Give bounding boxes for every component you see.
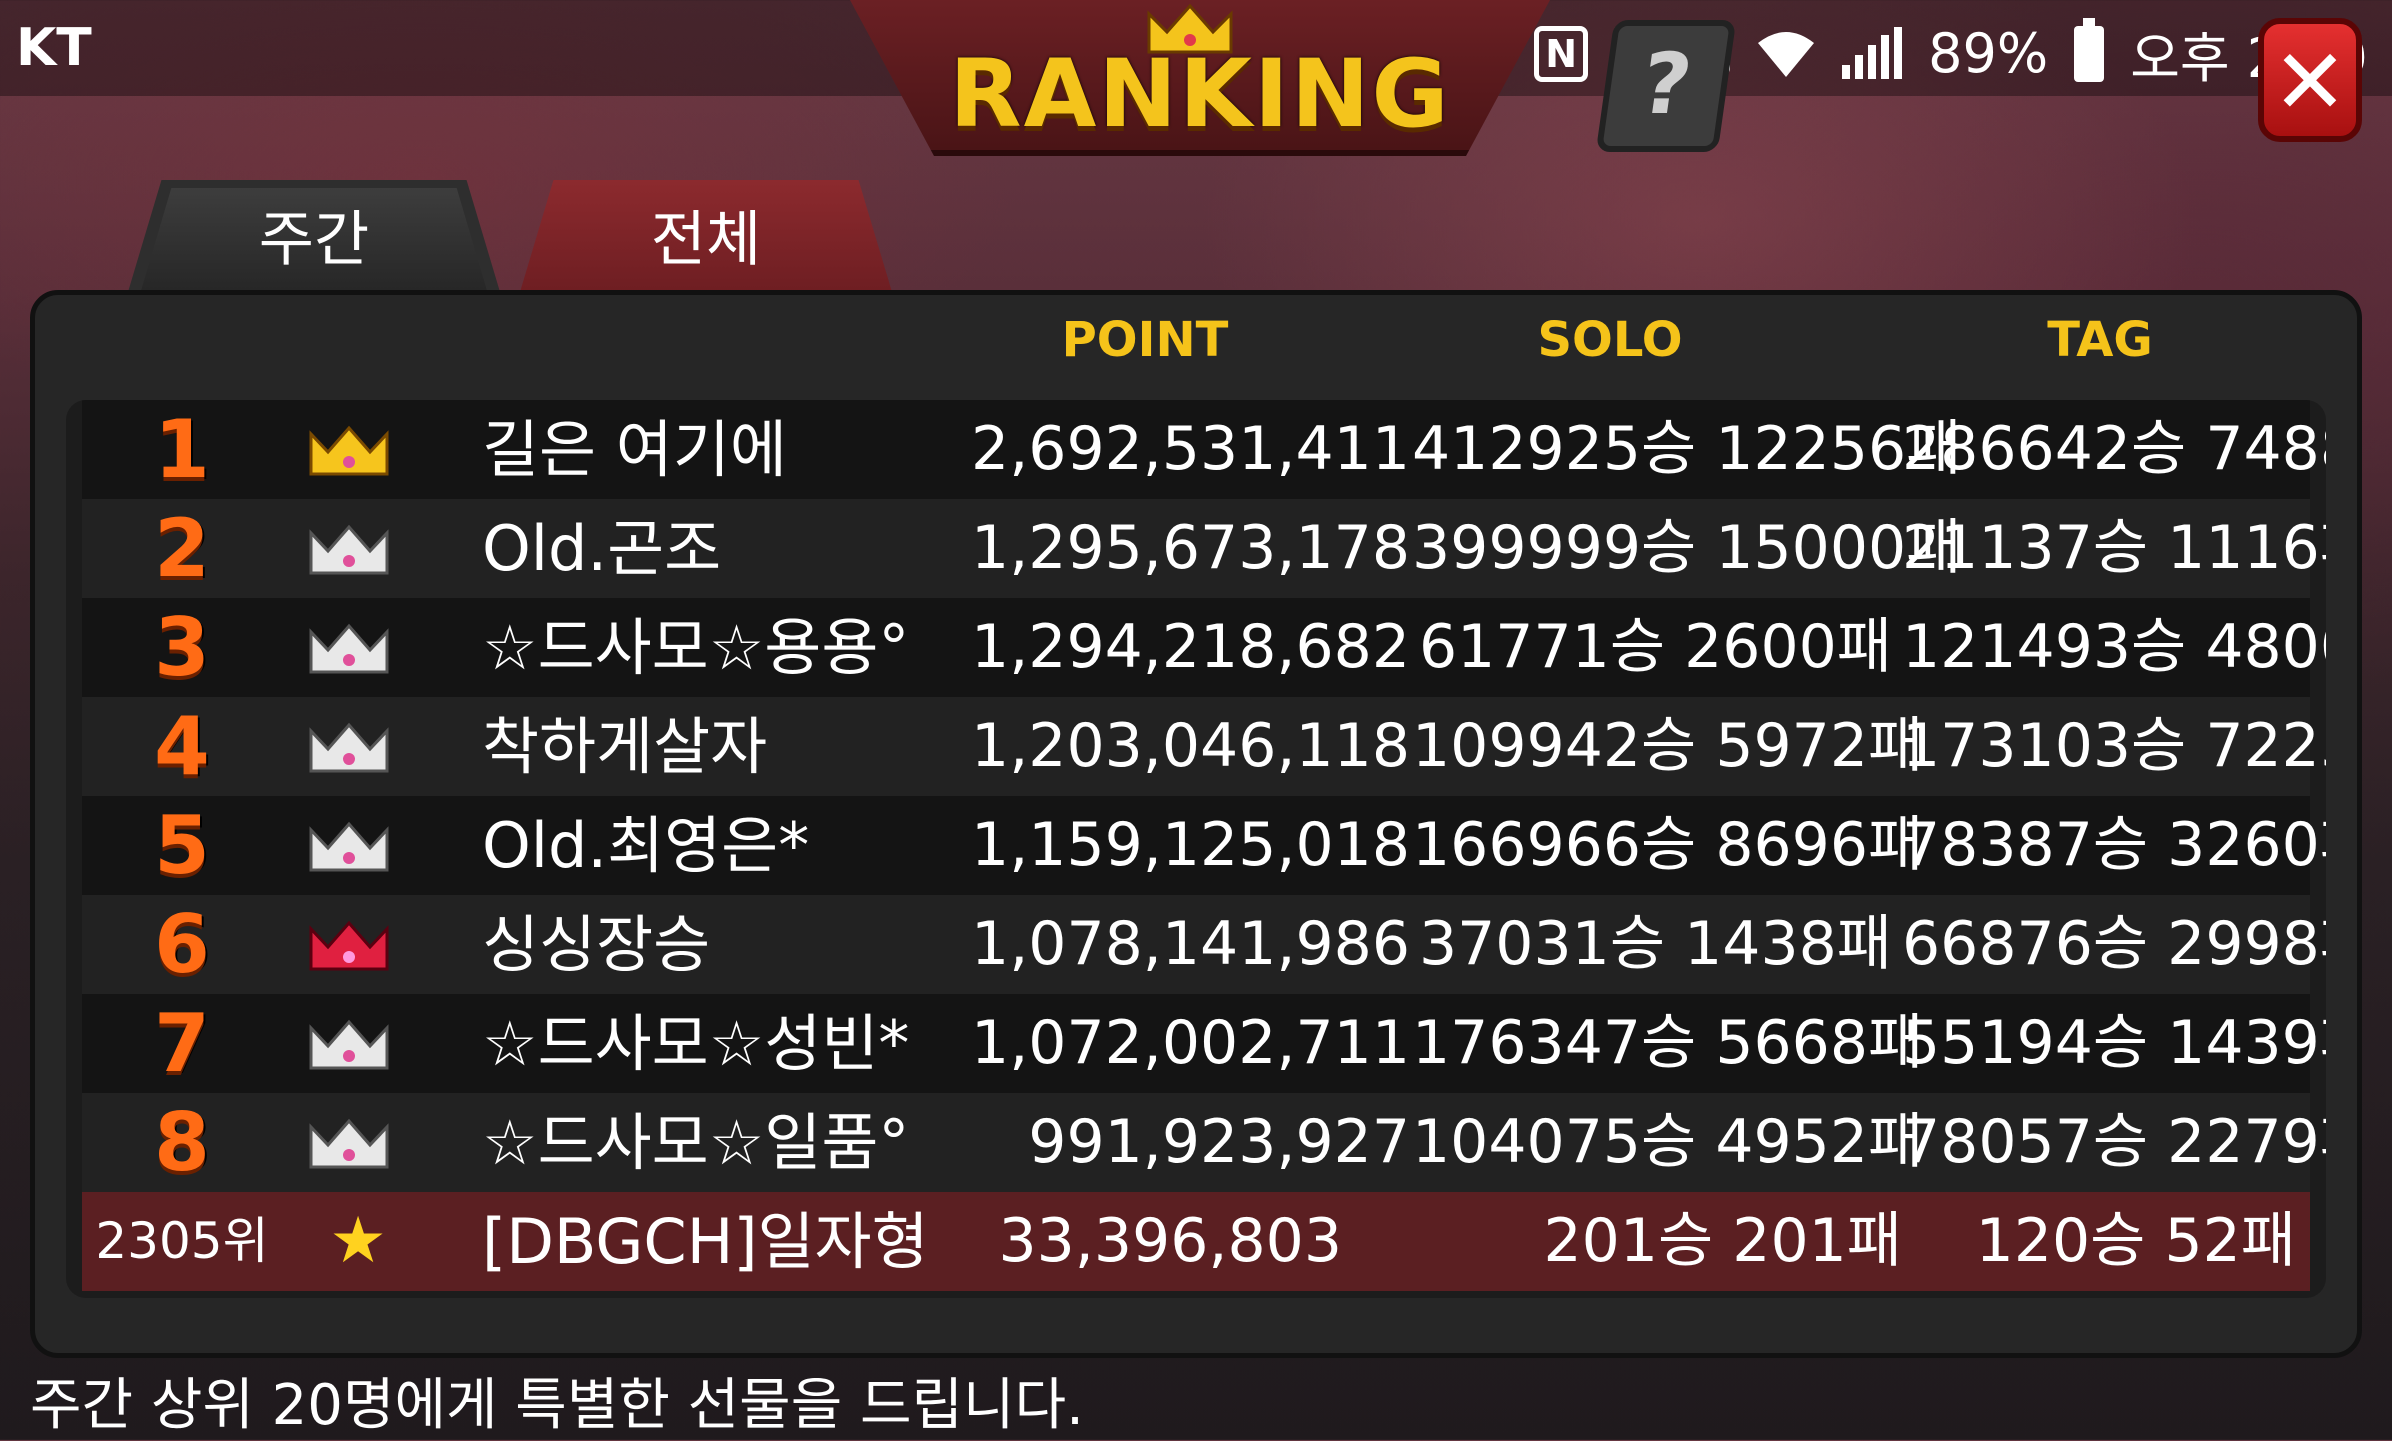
player-solo-record: 104075승 4952패 — [1412, 1107, 1924, 1177]
rank-number: 8 — [154, 1096, 210, 1189]
rank-number: 6 — [154, 898, 210, 991]
tab-all-label: 전체 — [650, 205, 762, 275]
my-solo-record: 201승 201패 — [1543, 1206, 1902, 1276]
close-icon: ✕ — [2272, 30, 2348, 135]
player-solo-record: 37031승 1438패 — [1418, 909, 1892, 979]
player-solo-record: 176347승 5668패 — [1412, 1008, 1924, 1078]
ranking-row[interactable]: 5 Old.최영은* 1,159,125,018 166966승 8696패 7… — [82, 796, 2326, 895]
red-crown-icon — [308, 895, 404, 994]
ranking-row[interactable]: 6 싱싱장승 1,078,141,986 37031승 1438패 66876승… — [82, 895, 2326, 994]
close-button[interactable]: ✕ — [2258, 18, 2362, 142]
help-button[interactable]: ? — [1595, 20, 1737, 152]
ranking-row[interactable]: 2 Old.곤조 1,295,673,178 399999승 15000패 21… — [82, 499, 2326, 598]
rank-number: 5 — [154, 799, 210, 892]
my-player-name: [DBGCH]일자형 — [482, 1205, 929, 1278]
rank-number: 1 — [154, 403, 210, 496]
player-solo-record: 412925승 12256패 — [1412, 414, 1962, 484]
player-point: 2,692,531,411 — [971, 414, 1410, 484]
player-solo-record: 61771승 2600패 — [1418, 612, 1892, 682]
rank-number: 3 — [154, 601, 210, 694]
player-name: ☆드사모☆용용° — [482, 611, 910, 684]
player-tag-record: 121493승 4800패 — [1902, 612, 2326, 682]
player-name: Old.최영은* — [482, 809, 810, 882]
ranking-list[interactable]: 1 길은 여기에 2,692,531,411 412925승 12256패 28… — [66, 400, 2326, 1298]
player-tag-record: 78387승 3260패 — [1902, 810, 2326, 880]
silver-crown-icon — [308, 598, 404, 697]
ranking-row[interactable]: 7 ☆드사모☆성빈* 1,072,002,711 176347승 5668패 5… — [82, 994, 2326, 1093]
carrier-label: KT — [16, 18, 92, 78]
player-name: 착하게살자 — [482, 710, 768, 783]
column-header-tag: TAG — [2047, 312, 2153, 368]
rank-number: 7 — [154, 997, 210, 1090]
wifi-icon — [1756, 29, 1816, 79]
tab-all[interactable]: 전체 — [520, 180, 892, 292]
page-title: RANKING — [949, 40, 1451, 149]
player-name: Old.곤조 — [482, 512, 722, 585]
player-tag-record: 55194승 1439패 — [1902, 1008, 2326, 1078]
ranking-row[interactable]: 4 착하게살자 1,203,046,118 109942승 5972패 1731… — [82, 697, 2326, 796]
ranking-row[interactable]: 3 ☆드사모☆용용° 1,294,218,682 61771승 2600패 12… — [82, 598, 2326, 697]
player-point: 1,072,002,711 — [971, 1008, 1410, 1078]
ranking-row[interactable]: 1 길은 여기에 2,692,531,411 412925승 12256패 28… — [82, 400, 2326, 499]
player-tag-record: 21137승 1116패 — [1902, 513, 2326, 583]
player-tag-record: 78057승 2279패 — [1902, 1107, 2326, 1177]
my-point: 33,396,803 — [998, 1206, 1342, 1276]
silver-crown-icon — [308, 994, 404, 1093]
ranking-row[interactable]: 8 ☆드사모☆일품° 991,923,927 104075승 4952패 780… — [82, 1093, 2326, 1192]
rank-number: 4 — [154, 700, 210, 793]
column-header-solo: SOLO — [1537, 312, 1683, 368]
player-solo-record: 399999승 15000패 — [1412, 513, 1962, 583]
my-ranking-row[interactable]: 2305위 ★ [DBGCH]일자형 33,396,803 201승 201패 … — [82, 1192, 2310, 1291]
battery-percent: 89% — [1928, 22, 2049, 85]
reward-notice: 주간 상위 20명에게 특별한 선물을 드립니다. — [30, 1373, 1084, 1438]
player-solo-record: 109942승 5972패 — [1412, 711, 1924, 781]
player-point: 1,294,218,682 — [971, 612, 1410, 682]
my-tag-record: 120승 52패 — [1975, 1206, 2296, 1276]
player-name: ☆드사모☆성빈* — [482, 1007, 910, 1080]
column-header-point: POINT — [1061, 312, 1229, 368]
gold-crown-icon — [308, 400, 404, 499]
star-icon: ★ — [329, 1204, 387, 1278]
rank-number: 2 — [154, 502, 210, 595]
player-solo-record: 166966승 8696패 — [1412, 810, 1924, 880]
silver-crown-icon — [308, 1093, 404, 1192]
player-point: 1,295,673,178 — [971, 513, 1410, 583]
player-name: 길은 여기에 — [482, 413, 787, 486]
player-tag-record: 286642승 7488패 — [1902, 414, 2326, 484]
player-name: ☆드사모☆일품° — [482, 1106, 910, 1179]
player-point: 1,078,141,986 — [971, 909, 1410, 979]
player-tag-record: 66876승 2998패 — [1902, 909, 2326, 979]
battery-icon — [2074, 17, 2105, 82]
player-point: 1,203,046,118 — [971, 711, 1410, 781]
player-point: 1,159,125,018 — [971, 810, 1410, 880]
player-name: 싱싱장승 — [482, 908, 711, 981]
question-icon: ? — [1635, 35, 1698, 133]
silver-crown-icon — [308, 697, 404, 796]
tab-weekly-label-wrap[interactable]: 주간 — [128, 180, 500, 292]
player-tag-record: 173103승 7225패 — [1902, 711, 2326, 781]
silver-crown-icon — [308, 796, 404, 895]
player-point: 991,923,927 — [1028, 1107, 1410, 1177]
tab-weekly-label: 주간 — [258, 205, 370, 275]
silver-crown-icon — [308, 499, 404, 598]
my-rank: 2305위 — [95, 1212, 269, 1270]
signal-icon — [1842, 26, 1903, 79]
